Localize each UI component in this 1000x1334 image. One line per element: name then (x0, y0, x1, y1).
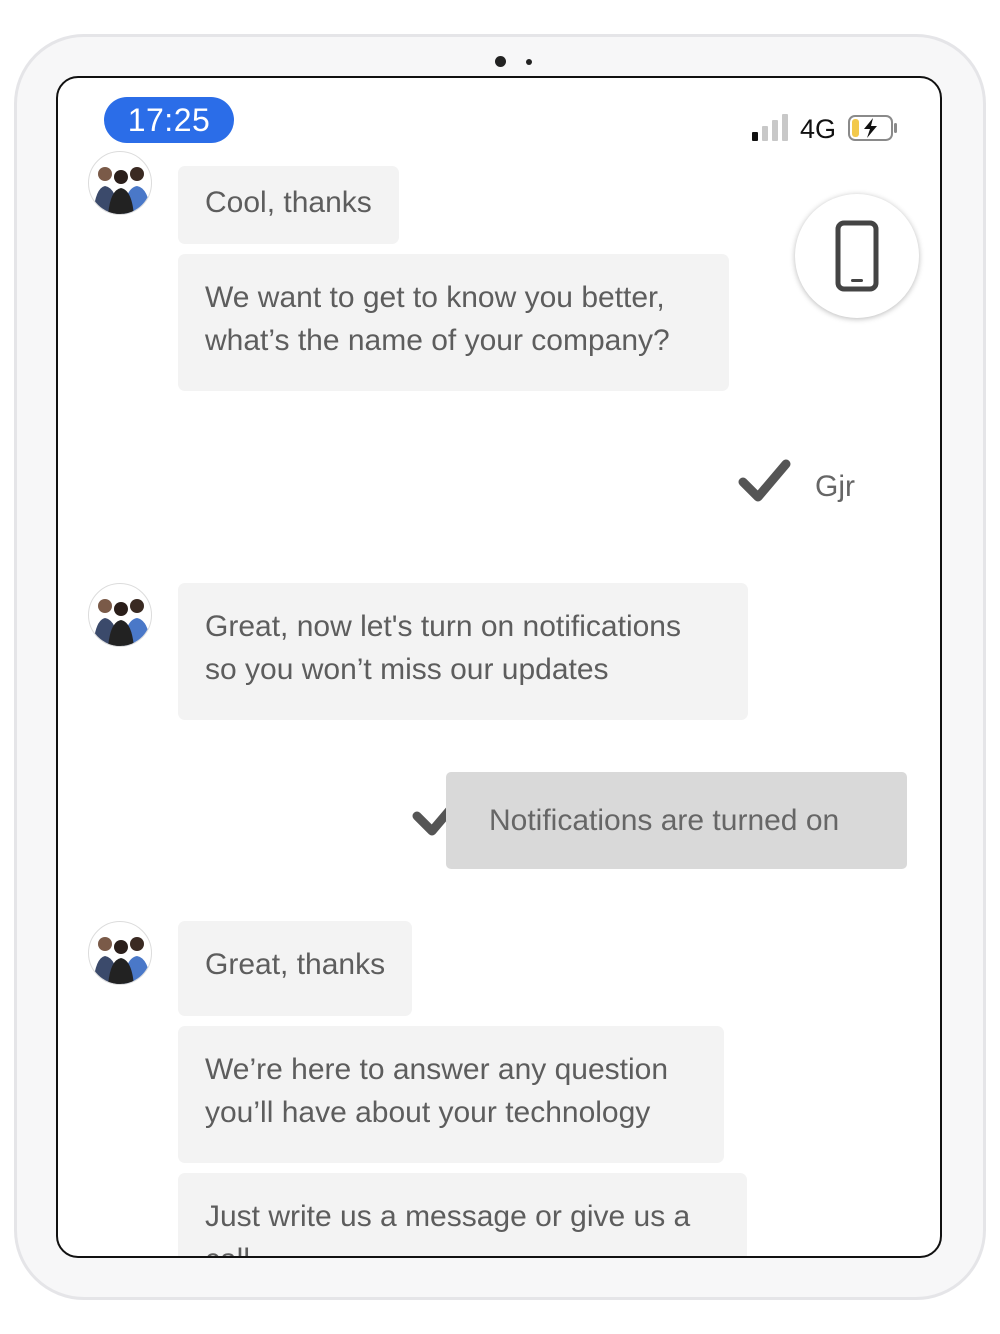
chat-screen[interactable]: 17:25 4G Cool, thanks We want to get to … (56, 76, 942, 1258)
message-line: you’ll have about your technology (205, 1096, 651, 1129)
message-line: We want to get to know you better, (205, 281, 665, 314)
sensor-dot (526, 59, 532, 65)
message-line: so you won’t miss our updates (205, 653, 609, 686)
message-text: Great, thanks (205, 948, 386, 981)
camera-dot (495, 56, 506, 67)
agent-message: We’re here to answer any question you’ll… (178, 1026, 724, 1163)
agent-message: Just write us a message or give us a cal… (178, 1173, 747, 1256)
call-button[interactable] (795, 194, 919, 318)
smartphone-icon (835, 220, 879, 292)
network-label: 4G (800, 114, 837, 144)
agent-avatar (88, 583, 152, 647)
message-line: call (205, 1238, 720, 1256)
user-reply: Notifications are turned on (489, 803, 840, 837)
agent-message: Great, now let's turn on notifications s… (178, 583, 748, 720)
user-reply: Gjr (815, 470, 855, 503)
team-photo-icon (93, 937, 151, 984)
agent-avatar (88, 151, 152, 215)
status-time: 17:25 (104, 97, 234, 143)
message-line: Just write us a message or give us a (205, 1200, 691, 1233)
signal-icon (752, 112, 792, 144)
message-text: Cool, thanks (205, 186, 372, 219)
message-line: what’s the name of your company? (205, 324, 670, 357)
team-photo-icon (93, 599, 151, 646)
team-photo-icon (93, 167, 151, 214)
agent-message: Cool, thanks (178, 166, 399, 244)
message-line: Great, now let's turn on notifications (205, 610, 681, 643)
agent-message: We want to get to know you better, what’… (178, 254, 729, 391)
agent-avatar (88, 921, 152, 985)
battery-charging-icon (848, 115, 897, 141)
user-reply-bubble: Notifications are turned on (446, 772, 907, 869)
message-line: We’re here to answer any question (205, 1053, 669, 1086)
checkmark-icon (738, 459, 791, 502)
agent-message: Great, thanks (178, 921, 413, 1016)
